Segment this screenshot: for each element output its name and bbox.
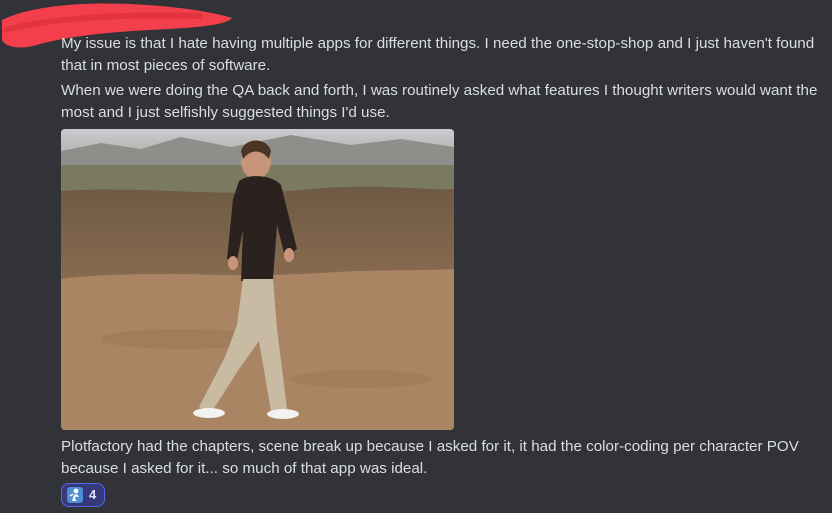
message-line: My issue is that I hate having multiple …	[61, 35, 815, 52]
message-line: because I asked for it... so much of tha…	[61, 460, 428, 477]
message-line: that in most pieces of software.	[61, 57, 271, 74]
message-line: Plotfactory had the chapters, scene brea…	[61, 438, 799, 455]
person-emoji-icon	[67, 487, 83, 503]
message-line: When we were doing the QA back and forth…	[61, 82, 818, 99]
man-walking-gif-attachment[interactable]	[61, 129, 454, 430]
message-line: most and I just selfishly suggested thin…	[61, 104, 390, 121]
reaction-button[interactable]: 4	[61, 483, 105, 507]
reaction-count: 4	[89, 487, 97, 502]
